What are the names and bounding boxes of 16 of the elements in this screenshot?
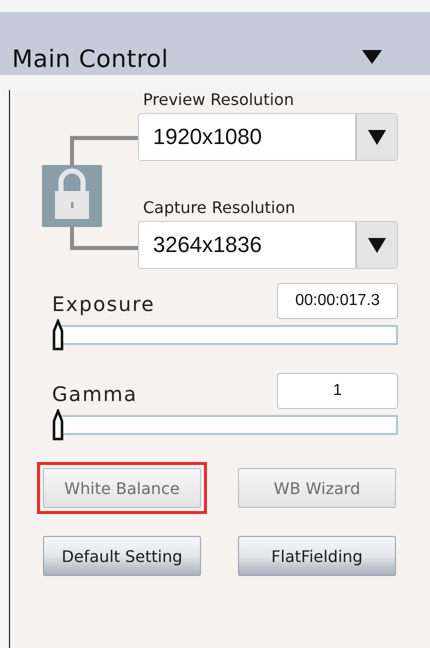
dropdown-arrow-icon[interactable] xyxy=(368,129,386,145)
value-field[interactable]: 1 xyxy=(277,373,398,409)
dropdown-arrow-icon[interactable] xyxy=(368,237,386,253)
resolution-dropdown[interactable]: 3264x1836 xyxy=(138,221,398,269)
slider-label: Exposure xyxy=(52,292,155,316)
action-button[interactable]: Default Setting xyxy=(43,536,201,576)
field-label: Capture Resolution xyxy=(143,198,296,218)
resolution-dropdown[interactable]: 1920x1080 xyxy=(138,113,398,161)
slider-label: Gamma xyxy=(52,382,138,406)
slider-thumb[interactable] xyxy=(52,409,64,441)
action-button[interactable]: FlatFielding xyxy=(238,536,396,576)
panel-title: Main Control xyxy=(12,47,170,71)
value-field[interactable]: 00:00:017.3 xyxy=(277,283,398,319)
slider-thumb[interactable] xyxy=(52,319,64,351)
caret-icon[interactable] xyxy=(362,49,382,65)
field-label: Preview Resolution xyxy=(143,90,295,110)
